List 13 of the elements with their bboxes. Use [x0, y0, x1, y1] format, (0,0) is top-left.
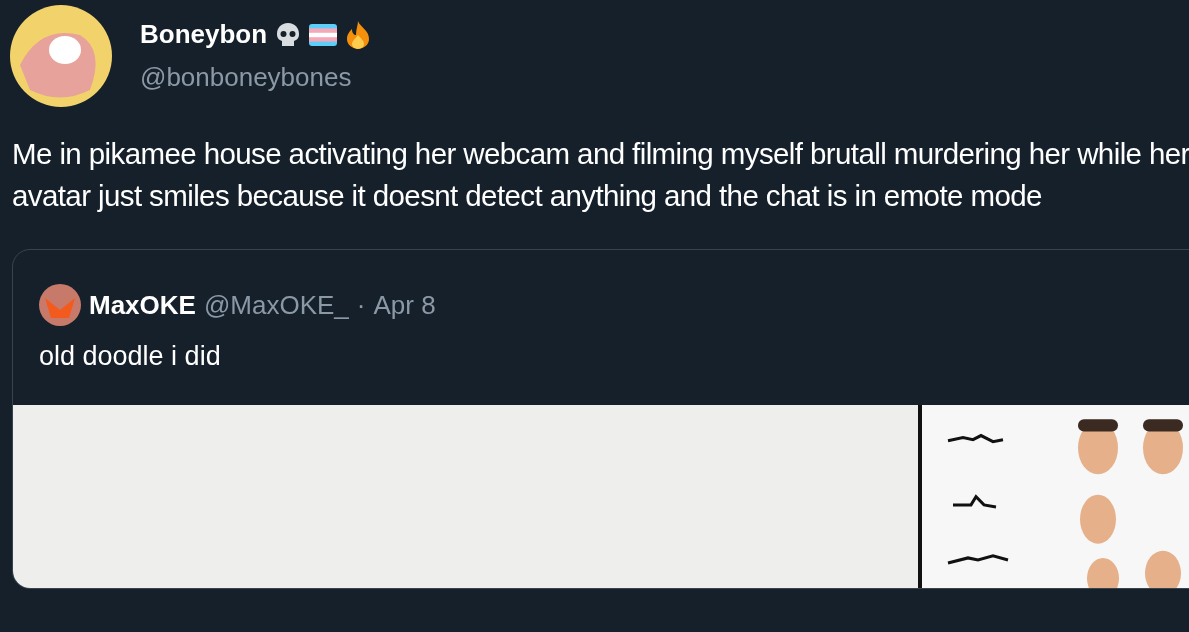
user-handle[interactable]: @bonboneybones [140, 58, 372, 97]
quoted-tweet-card[interactable]: MaxOKE @MaxOKE_ · Apr 8 old doodle i did [12, 249, 1189, 589]
user-handle[interactable]: @MaxOKE_ [203, 285, 349, 325]
separator-dot: · [356, 288, 366, 322]
display-name[interactable]: Boneybon [140, 15, 268, 54]
skull-icon [275, 21, 302, 48]
quoted-tweet-text: old doodle i did [38, 340, 222, 373]
display-name[interactable]: MaxOKE [89, 285, 196, 325]
tweet-text: Me in pikamee house activating her webcam and filming myself brutall murdering her while her avatar just smiles because it doesnt detect anything and the chat is in emote mode [12, 136, 1189, 214]
fire-icon [345, 20, 372, 49]
avatar[interactable] [10, 5, 112, 107]
flag-icon [309, 23, 338, 46]
tweet-time[interactable]: Apr 8 [373, 285, 436, 325]
